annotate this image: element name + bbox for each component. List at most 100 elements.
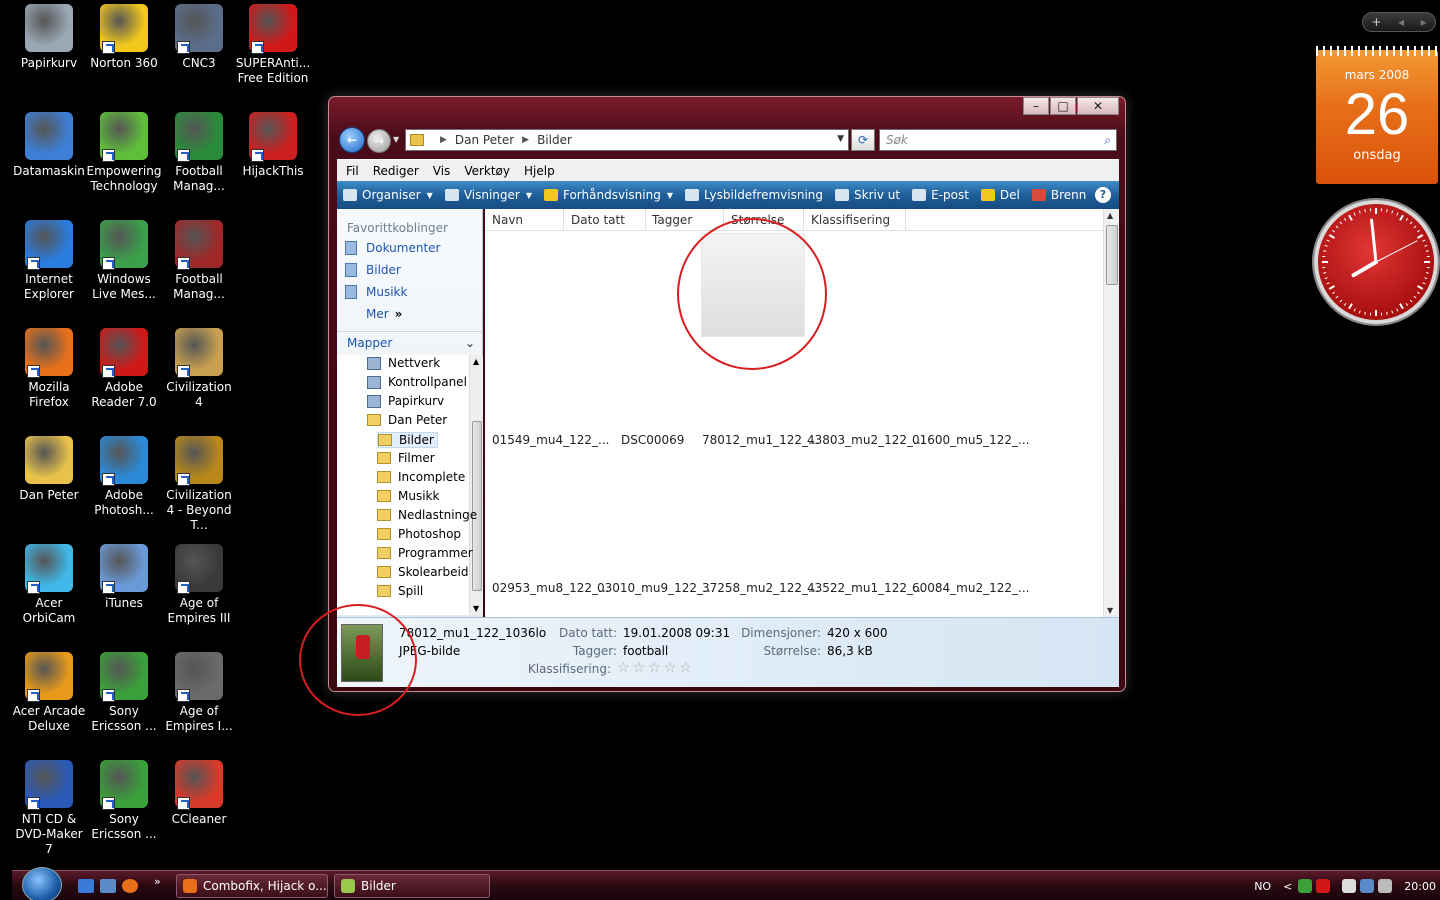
minimize-button[interactable]: –	[1023, 97, 1049, 115]
favorite-bilder[interactable]: Bilder	[345, 263, 401, 277]
content-scroll-thumb[interactable]	[1106, 225, 1118, 285]
tree-item[interactable]: Musikk	[377, 489, 439, 503]
desktop-icon[interactable]: Windows Live Mes...	[86, 220, 162, 302]
desktop-icon[interactable]: Football Manag...	[161, 112, 237, 194]
refresh-button[interactable]: ⟳	[851, 129, 875, 151]
file-item[interactable]: DSC00069	[621, 433, 684, 447]
file-item[interactable]: 02953_mu8_122_...	[492, 581, 609, 595]
quick-launch-more-icon[interactable]: »	[154, 875, 161, 888]
calendar-gadget[interactable]: mars 2008 26 onsdag	[1316, 46, 1438, 184]
menu-vis[interactable]: Vis	[426, 164, 458, 178]
menu-rediger[interactable]: Rediger	[366, 164, 426, 178]
desktop-icon[interactable]: Norton 360	[86, 4, 162, 71]
recent-pages-dropdown[interactable]: ▼	[393, 135, 399, 144]
desktop-icon[interactable]: Civilization 4	[161, 328, 237, 410]
column-klassifisering[interactable]: Klassifisering	[811, 213, 890, 227]
breadcrumb-dan-peter[interactable]: Dan Peter	[455, 133, 514, 147]
desktop-icon[interactable]: Papirkurv	[11, 4, 87, 71]
address-dropdown-icon[interactable]: ▼	[837, 134, 844, 144]
start-button[interactable]	[22, 867, 62, 900]
switch-windows-icon[interactable]	[100, 879, 116, 893]
file-item[interactable]: 01549_mu4_122_...	[492, 433, 609, 447]
command-e-post[interactable]: E-post	[912, 188, 969, 202]
command-visninger[interactable]: Visninger ▼	[444, 188, 532, 202]
power-tray-icon[interactable]	[1342, 879, 1357, 893]
date-value[interactable]: 19.01.2008 09:31	[623, 626, 730, 640]
show-desktop-icon[interactable]	[78, 879, 94, 893]
search-icon[interactable]: ⌕	[1104, 130, 1111, 150]
search-input[interactable]: Søk ⌕	[879, 129, 1117, 151]
command-forh-ndsvisning[interactable]: Forhåndsvisning ▼	[543, 188, 673, 202]
favorite-more[interactable]: Mer »	[366, 307, 402, 321]
desktop-icon[interactable]: Datamaskin	[11, 112, 87, 179]
tree-item[interactable]: Nettverk	[367, 356, 440, 370]
taskbar-button-bilder[interactable]: Bilder	[334, 874, 490, 898]
tree-scroll-thumb[interactable]	[472, 421, 482, 591]
volume-tray-icon[interactable]	[1378, 879, 1393, 893]
file-item[interactable]: 37258_mu2_122_...	[702, 581, 819, 595]
tree-item[interactable]: Kontrollpanel	[367, 375, 467, 389]
firefox-icon[interactable]	[122, 879, 138, 893]
rating-stars[interactable]: ☆ ☆ ☆ ☆ ☆	[617, 660, 695, 676]
favorite-dokumenter[interactable]: Dokumenter	[345, 241, 440, 255]
antivirus-tray-icon[interactable]	[1298, 879, 1313, 893]
clock-gadget[interactable]	[1314, 200, 1438, 324]
tree-item[interactable]: Photoshop	[377, 527, 461, 541]
tree-item[interactable]: Skolearbeid	[377, 565, 468, 579]
file-item[interactable]: 03010_mu9_122_...	[597, 581, 714, 595]
help-button[interactable]: ?	[1095, 187, 1111, 203]
star-icon[interactable]: ☆	[633, 660, 646, 676]
tree-item[interactable]: Programmer	[377, 546, 473, 560]
desktop-icon[interactable]: Adobe Photosh...	[86, 436, 162, 518]
column-tagger[interactable]: Tagger	[652, 213, 692, 227]
desktop-icon[interactable]: Sony Ericsson ...	[86, 760, 162, 842]
star-icon[interactable]: ☆	[617, 660, 630, 676]
scroll-up-icon[interactable]: ▲	[1107, 211, 1113, 220]
language-indicator[interactable]: NO	[1254, 880, 1271, 893]
column-navn[interactable]: Navn	[492, 213, 523, 227]
desktop-icon[interactable]: Age of Empires I...	[161, 652, 237, 734]
desktop-icon[interactable]: NTI CD & DVD-Maker 7	[11, 760, 87, 857]
desktop-icon[interactable]: Acer OrbiCam	[11, 544, 87, 626]
star-icon[interactable]: ☆	[664, 660, 677, 676]
tree-item[interactable]: Spill	[377, 584, 423, 598]
desktop-icon[interactable]: CCleaner	[161, 760, 237, 827]
desktop-icon[interactable]: Football Manag...	[161, 220, 237, 302]
address-bar[interactable]: ▶ Dan Peter ▶ Bilder ▼	[405, 129, 849, 151]
next-gadget-icon[interactable]: ▸	[1421, 15, 1427, 29]
tree-item[interactable]: Nedlastninge	[377, 508, 477, 522]
desktop-icon[interactable]: Age of Empires III	[161, 544, 237, 626]
tags-value[interactable]: football	[623, 644, 668, 658]
file-item[interactable]: 78012_mu1_122_...	[702, 433, 819, 447]
show-hidden-icons-icon[interactable]: <	[1283, 880, 1292, 893]
file-item[interactable]: 43522_mu1_122_...	[807, 581, 924, 595]
security-tray-icon[interactable]	[1316, 879, 1331, 893]
star-icon[interactable]: ☆	[648, 660, 661, 676]
tree-item[interactable]: Dan Peter	[367, 413, 447, 427]
content-scrollbar[interactable]: ▲ ▼	[1103, 209, 1119, 617]
column-dato-tatt[interactable]: Dato tatt	[571, 213, 625, 227]
command-skriv-ut[interactable]: Skriv ut	[835, 188, 900, 202]
tree-item[interactable]: Bilder	[377, 432, 438, 448]
command-lysbildefremvisning[interactable]: Lysbildefremvisning	[684, 188, 823, 202]
desktop-icon[interactable]: Civilization 4 - Beyond T...	[161, 436, 237, 533]
desktop-icon[interactable]: CNC3	[161, 4, 237, 71]
breadcrumb-bilder[interactable]: Bilder	[537, 133, 572, 147]
command-organiser[interactable]: Organiser ▼	[343, 188, 433, 202]
desktop-icon[interactable]: Internet Explorer	[11, 220, 87, 302]
scroll-up-icon[interactable]: ▲	[473, 357, 479, 366]
desktop-icon[interactable]: iTunes	[86, 544, 162, 611]
command-del[interactable]: Del	[980, 188, 1020, 202]
menu-hjelp[interactable]: Hjelp	[517, 164, 562, 178]
tree-scrollbar[interactable]: ▲ ▼	[469, 355, 483, 615]
desktop-icon[interactable]: Acer Arcade Deluxe	[11, 652, 87, 734]
tree-item[interactable]: Filmer	[377, 451, 435, 465]
breadcrumb-separator-icon[interactable]: ▶	[522, 135, 529, 145]
desktop-icon[interactable]: SUPERAnti... Free Edition	[235, 4, 311, 86]
breadcrumb-separator-icon[interactable]: ▶	[440, 135, 447, 145]
file-item[interactable]: 01600_mu5_122_...	[912, 433, 1029, 447]
tree-item[interactable]: Papirkurv	[367, 394, 444, 408]
desktop-icon[interactable]: Empowering Technology	[86, 112, 162, 194]
command-brenn[interactable]: Brenn	[1031, 188, 1086, 202]
folders-header[interactable]: Mapper ⌄	[337, 331, 483, 353]
